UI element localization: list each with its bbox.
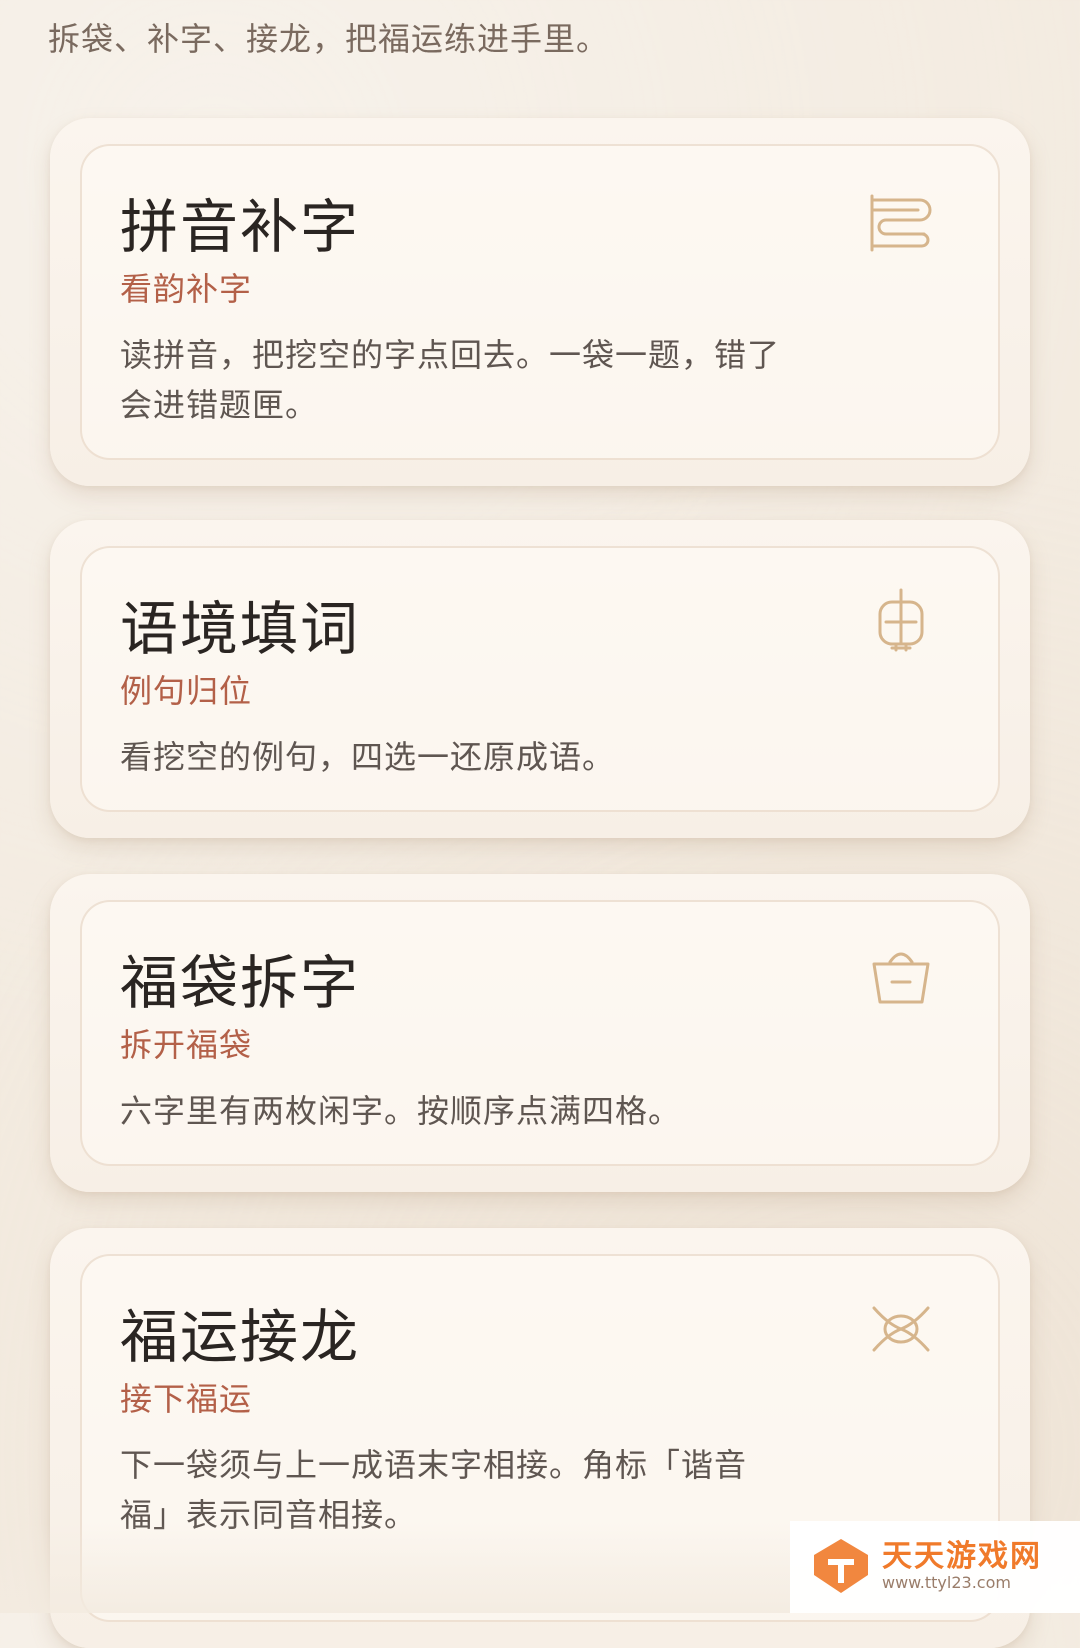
watermark-url: www.ttyl23.com <box>882 1573 1011 1592</box>
card-subtitle: 例句归位 <box>120 672 253 710</box>
lantern-icon <box>866 588 936 658</box>
card-lucky-bag[interactable]: 福袋拆字 拆开福袋 六字里有两枚闲字。按顺序点满四格。 <box>50 874 1030 1192</box>
card-title: 拼音补字 <box>120 193 361 261</box>
card-title: 福运接龙 <box>120 1303 361 1371</box>
card-subtitle: 接下福运 <box>120 1380 253 1418</box>
card-pinyin-fill[interactable]: 拼音补字 看韵补字 读拼音，把挖空的字点回去。一袋一题，错了会进错题匣。 <box>50 118 1030 486</box>
card-subtitle: 看韵补字 <box>120 270 253 308</box>
card-subtitle: 拆开福袋 <box>120 1026 253 1064</box>
card-context-fill[interactable]: 语境填词 例句归位 看挖空的例句，四选一还原成语。 <box>50 520 1030 838</box>
card-description: 读拼音，把挖空的字点回去。一袋一题，错了会进错题匣。 <box>120 336 781 424</box>
bag-icon <box>866 940 936 1010</box>
card-description: 看挖空的例句，四选一还原成语。 <box>120 738 616 776</box>
card-description: 六字里有两枚闲字。按顺序点满四格。 <box>120 1092 682 1130</box>
watermark-name: 天天游戏网 <box>882 1539 1042 1574</box>
intro-text: 拆袋、补字、接龙，把福运练进手里。 <box>48 20 610 58</box>
card-title: 福袋拆字 <box>120 949 361 1017</box>
card-title: 语境填词 <box>120 595 361 663</box>
watermark-logo <box>810 1535 872 1597</box>
knot-icon <box>866 1294 936 1364</box>
scroll-icon <box>866 188 936 258</box>
watermark: 天天游戏网 www.ttyl23.com <box>790 1521 1080 1613</box>
